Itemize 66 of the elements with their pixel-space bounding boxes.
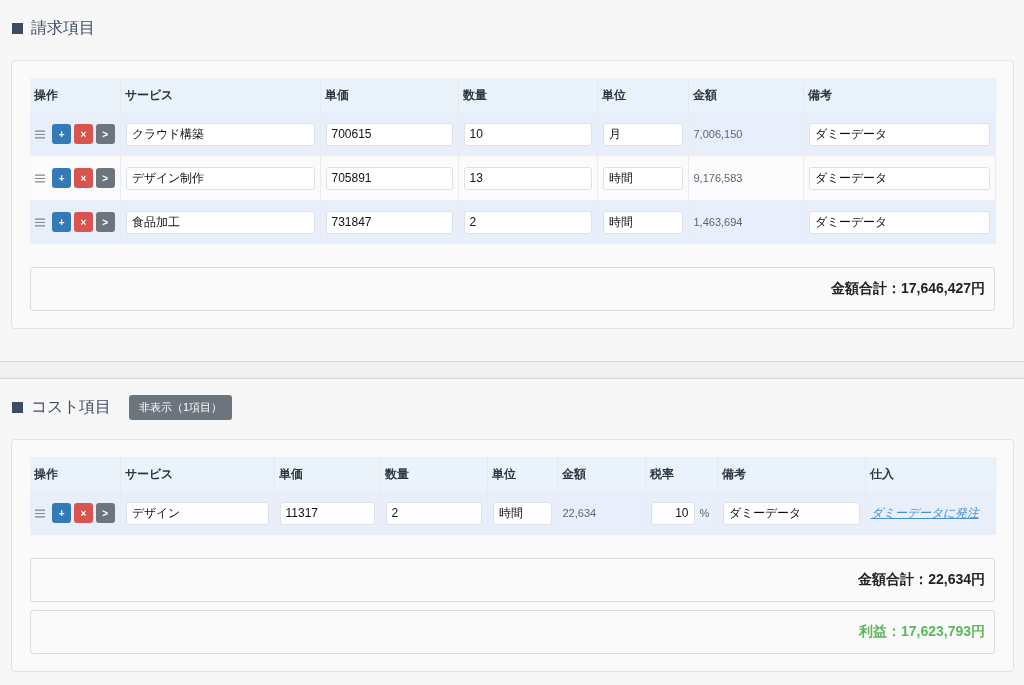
column-header: サービス (120, 457, 274, 491)
column-header: 金額 (688, 78, 803, 112)
column-header: 税率 (645, 457, 717, 491)
amount-text: 22,634 (562, 507, 597, 519)
column-header: 数量 (380, 457, 487, 491)
column-header: 単価 (320, 78, 458, 112)
hide-button[interactable]: 非表示（1項目） (129, 394, 233, 420)
column-header: 備考 (717, 457, 865, 491)
column-header: 操作 (30, 78, 120, 112)
text-field[interactable]: 2 (463, 210, 592, 234)
text-field[interactable]: 時間 (602, 166, 683, 190)
delete-row-button[interactable]: × (74, 168, 93, 188)
column-header: 単位 (597, 78, 688, 112)
section-title: 請求項目 (31, 17, 95, 38)
add-row-button[interactable]: + (52, 168, 72, 188)
text-field[interactable]: 10 (463, 122, 592, 146)
drag-handle-icon[interactable] (35, 217, 46, 227)
amount-text: 1,463,694 (693, 216, 743, 228)
percent-sign: % (699, 507, 710, 519)
next-row-button[interactable]: > (95, 212, 115, 232)
section-title: コスト項目 (31, 396, 111, 417)
text-field[interactable]: 11317 (279, 501, 375, 525)
text-field[interactable]: 731847 (325, 210, 453, 234)
text-field[interactable]: ダミーデータ (808, 122, 990, 146)
text-field[interactable]: ダミーデータ (722, 501, 860, 525)
column-header: 仕入 (865, 457, 995, 491)
text-field[interactable]: 13 (463, 166, 592, 190)
column-header: サービス (120, 78, 320, 112)
next-row-button[interactable]: > (95, 124, 115, 144)
column-header: 操作 (30, 457, 120, 491)
amount-text: 7,006,150 (693, 128, 743, 140)
total-text: 金額合計：17,646,427円 (830, 280, 985, 298)
text-field[interactable]: ダミーデータ (808, 166, 990, 190)
drag-handle-icon[interactable] (35, 173, 46, 183)
text-field[interactable]: 時間 (492, 501, 552, 525)
total-text: 金額合計：22,634円 (858, 571, 985, 589)
column-header: 単位 (487, 457, 557, 491)
next-row-button[interactable]: > (95, 168, 115, 188)
delete-row-button[interactable]: × (74, 212, 93, 232)
column-header: 単価 (274, 457, 380, 491)
square-icon (12, 401, 23, 413)
text-field[interactable]: 月 (602, 122, 683, 146)
column-header: 備考 (803, 78, 995, 112)
text-field[interactable]: 705891 (325, 166, 453, 190)
delete-row-button[interactable]: × (74, 124, 93, 144)
add-row-button[interactable]: + (52, 503, 72, 523)
profit-text: 利益：17,623,793円 (858, 623, 985, 641)
delete-row-button[interactable]: × (74, 503, 93, 523)
text-field[interactable]: 2 (385, 501, 482, 525)
text-field[interactable]: 時間 (602, 210, 683, 234)
text-field[interactable]: 700615 (325, 122, 453, 146)
column-header: 金額 (557, 457, 645, 491)
tax-rate-field[interactable]: 10 (650, 501, 695, 525)
text-field[interactable]: デザイン (125, 501, 269, 525)
drag-handle-icon[interactable] (35, 508, 46, 518)
add-row-button[interactable]: + (52, 212, 72, 232)
text-field[interactable]: ダミーデータ (808, 210, 990, 234)
text-field[interactable]: デザイン制作 (125, 166, 315, 190)
next-row-button[interactable]: > (95, 503, 115, 523)
column-header: 数量 (458, 78, 597, 112)
add-row-button[interactable]: + (52, 124, 72, 144)
square-icon (12, 22, 23, 34)
text-field[interactable]: 食品加工 (125, 210, 315, 234)
amount-text: 9,176,583 (693, 172, 743, 184)
drag-handle-icon[interactable] (35, 129, 46, 139)
text-field[interactable]: クラウド構築 (125, 122, 315, 146)
